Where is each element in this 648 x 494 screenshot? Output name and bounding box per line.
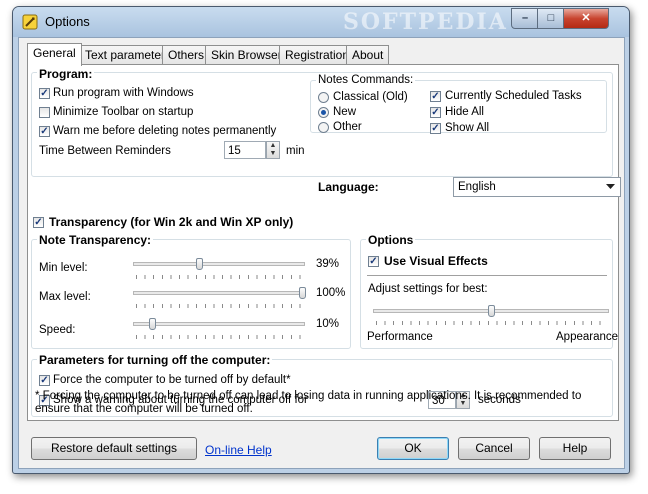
min-level-value: 39% — [316, 258, 340, 270]
transparency-checkbox[interactable]: ✓ — [33, 217, 44, 228]
title-bar[interactable]: Options SOFTPEDIA – □ ✕ — [13, 7, 629, 37]
speed-ticks — [136, 335, 304, 339]
performance-slider[interactable] — [488, 305, 495, 317]
hide-all-label: Hide All — [445, 106, 484, 118]
options-window: Options SOFTPEDIA – □ ✕ General Text par… — [12, 6, 630, 474]
minimize-button[interactable]: – — [511, 8, 539, 29]
options-divider — [367, 275, 607, 276]
note-transparency-header: Note Transparency: — [37, 233, 154, 247]
new-radio[interactable] — [318, 107, 329, 118]
ok-button[interactable]: OK — [377, 437, 449, 460]
max-level-value: 100% — [316, 287, 346, 299]
close-button[interactable]: ✕ — [563, 8, 609, 29]
speed-value: 10% — [316, 318, 340, 330]
warn-delete-label: Warn me before deleting notes permanentl… — [53, 125, 277, 137]
dialog-client-area: General Text parameters Others Skin Brow… — [18, 37, 625, 469]
tab-general[interactable]: General — [27, 43, 82, 66]
window-title: Options — [45, 14, 90, 29]
performance-ticks — [376, 321, 608, 325]
scheduled-tasks-label: Currently Scheduled Tasks — [445, 90, 582, 102]
transparency-label: Transparency (for Win 2k and Win XP only… — [49, 215, 294, 229]
program-header: Program: — [37, 67, 95, 81]
notes-app-icon — [22, 14, 38, 30]
cancel-button[interactable]: Cancel — [458, 437, 530, 460]
performance-label: Performance — [367, 331, 433, 343]
min-level-slider[interactable] — [196, 258, 203, 270]
classical-radio[interactable] — [318, 92, 329, 103]
max-level-track — [133, 291, 305, 295]
warn-delete-checkbox[interactable]: ✓ — [39, 126, 50, 137]
language-dropdown[interactable]: English — [453, 177, 621, 197]
run-with-windows-label: Run program with Windows — [53, 87, 194, 99]
max-level-label: Max level: — [39, 291, 91, 303]
options-header: Options — [366, 233, 416, 247]
speed-slider[interactable] — [149, 318, 156, 330]
language-value: English — [458, 181, 496, 193]
speed-track — [133, 322, 305, 326]
tab-skin-browser[interactable]: Skin Browser — [205, 45, 288, 65]
notes-commands-header: Notes Commands: — [316, 74, 416, 86]
max-level-slider[interactable] — [299, 287, 306, 299]
maximize-button[interactable]: □ — [537, 8, 565, 29]
tab-about[interactable]: About — [346, 45, 390, 65]
reminders-unit: min — [286, 145, 305, 157]
other-radio[interactable] — [318, 122, 329, 133]
general-tab-panel: Program: ✓ Run program with Windows Mini… — [27, 64, 621, 421]
show-all-checkbox[interactable]: ✓ — [430, 123, 441, 134]
force-shutdown-checkbox[interactable]: ✓ — [39, 375, 50, 386]
visual-effects-label: Use Visual Effects — [384, 254, 488, 268]
watermark: SOFTPEDIA — [343, 9, 508, 35]
force-shutdown-label: Force the computer to be turned off by d… — [53, 374, 291, 386]
tab-registration[interactable]: Registration — [279, 45, 356, 65]
tab-others[interactable]: Others — [162, 45, 211, 65]
reminders-input[interactable]: 15 — [224, 141, 266, 159]
language-label: Language: — [316, 180, 381, 194]
shutdown-header: Parameters for turning off the computer: — [37, 353, 273, 367]
classical-label: Classical (Old) — [333, 91, 408, 103]
new-label: New — [333, 106, 357, 118]
max-level-ticks — [136, 304, 304, 308]
chevron-down-icon — [606, 184, 615, 189]
hide-all-checkbox[interactable]: ✓ — [430, 107, 441, 118]
reminders-label: Time Between Reminders — [39, 145, 171, 157]
show-all-label: Show All — [445, 122, 490, 134]
adjust-label: Adjust settings for best: — [368, 283, 488, 295]
min-level-track — [133, 262, 305, 266]
run-with-windows-checkbox[interactable]: ✓ — [39, 88, 50, 99]
other-label: Other — [333, 121, 362, 133]
restore-defaults-button[interactable]: Restore default settings — [31, 437, 197, 460]
visual-effects-checkbox[interactable]: ✓ — [368, 256, 379, 267]
online-help-link[interactable]: On-line Help — [205, 443, 272, 457]
appearance-label: Appearance — [556, 331, 619, 343]
help-button[interactable]: Help — [539, 437, 611, 460]
scheduled-tasks-checkbox[interactable]: ✓ — [430, 91, 441, 102]
speed-label: Speed: — [39, 324, 76, 336]
minimize-toolbar-label: Minimize Toolbar on startup — [53, 106, 194, 118]
minimize-toolbar-checkbox[interactable] — [39, 107, 50, 118]
reminders-spinner[interactable]: ▲ ▼ — [266, 141, 280, 159]
min-level-ticks — [136, 275, 304, 279]
min-level-label: Min level: — [39, 262, 88, 274]
shutdown-footnote: * Forcing the computer to be turned off … — [35, 390, 582, 415]
